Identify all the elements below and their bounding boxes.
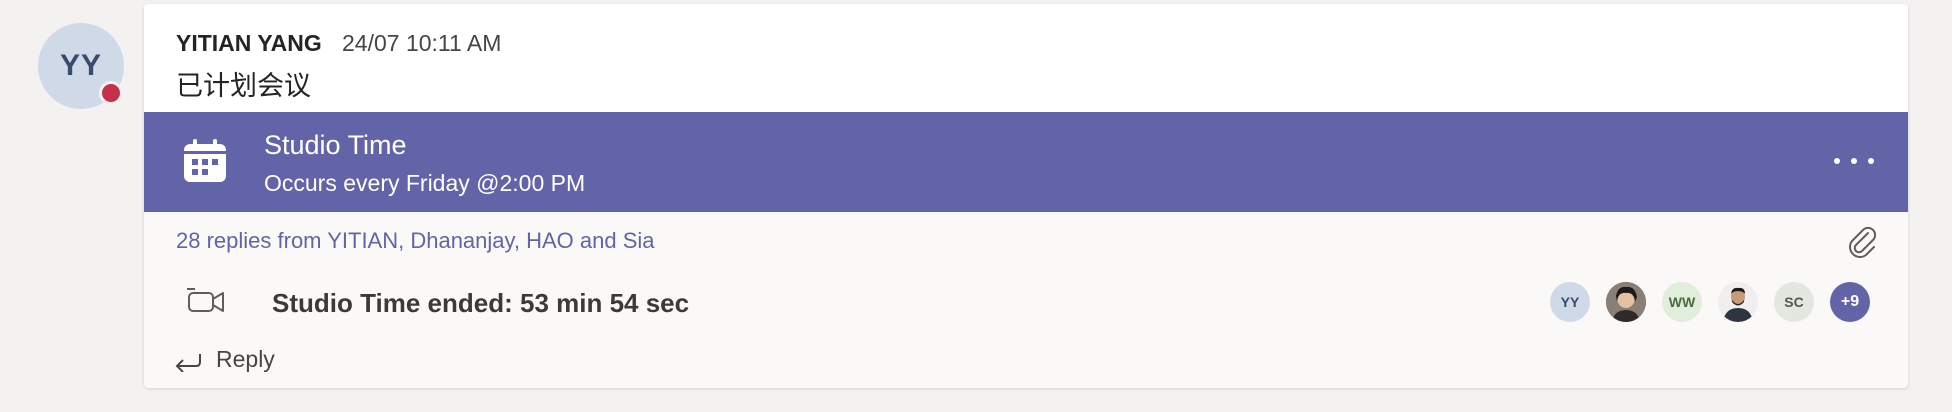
meeting-title: Studio Time: [264, 130, 407, 160]
person-photo-icon: [1718, 282, 1758, 322]
meeting-recurrence: Occurs every Friday @2:00 PM: [264, 170, 586, 196]
participant-avatar-yy[interactable]: YY: [1550, 282, 1590, 322]
participant-avatar-sc[interactable]: SC: [1774, 282, 1814, 322]
paperclip-icon[interactable]: [1846, 224, 1878, 258]
call-ended-text: Studio Time ended: 53 min 54 sec: [272, 288, 690, 318]
person-photo-icon: [1606, 282, 1646, 322]
message-timestamp: 24/07 10:11 AM: [342, 30, 502, 56]
more-options-icon[interactable]: [1834, 148, 1874, 174]
reply-label: Reply: [216, 346, 275, 372]
author-name[interactable]: YITIAN YANG: [176, 30, 322, 57]
thread-replies-link[interactable]: 28 replies from YITIAN, Dhananjay, HAO a…: [176, 228, 655, 254]
presence-status-indicator: [99, 81, 123, 105]
meeting-banner[interactable]: Studio Time Occurs every Friday @2:00 PM: [144, 112, 1908, 212]
participant-photo-1[interactable]: [1606, 282, 1646, 322]
message-text: 已计划会议: [176, 71, 311, 102]
author-initials: YY: [59, 49, 103, 82]
participant-photo-2[interactable]: [1718, 282, 1758, 322]
message-header: YITIAN YANG 24/07 10:11 AM 已计划会议: [144, 4, 1908, 112]
participant-avatar-ww[interactable]: WW: [1662, 282, 1702, 322]
message-card: YITIAN YANG 24/07 10:11 AM 已计划会议 Studio …: [144, 4, 1908, 388]
participants-overflow-badge[interactable]: +9: [1830, 282, 1870, 322]
calendar-icon: [184, 139, 226, 182]
reply-arrow-icon: [175, 353, 201, 372]
video-call-icon: [187, 288, 224, 312]
reply-button[interactable]: Reply: [174, 346, 275, 373]
